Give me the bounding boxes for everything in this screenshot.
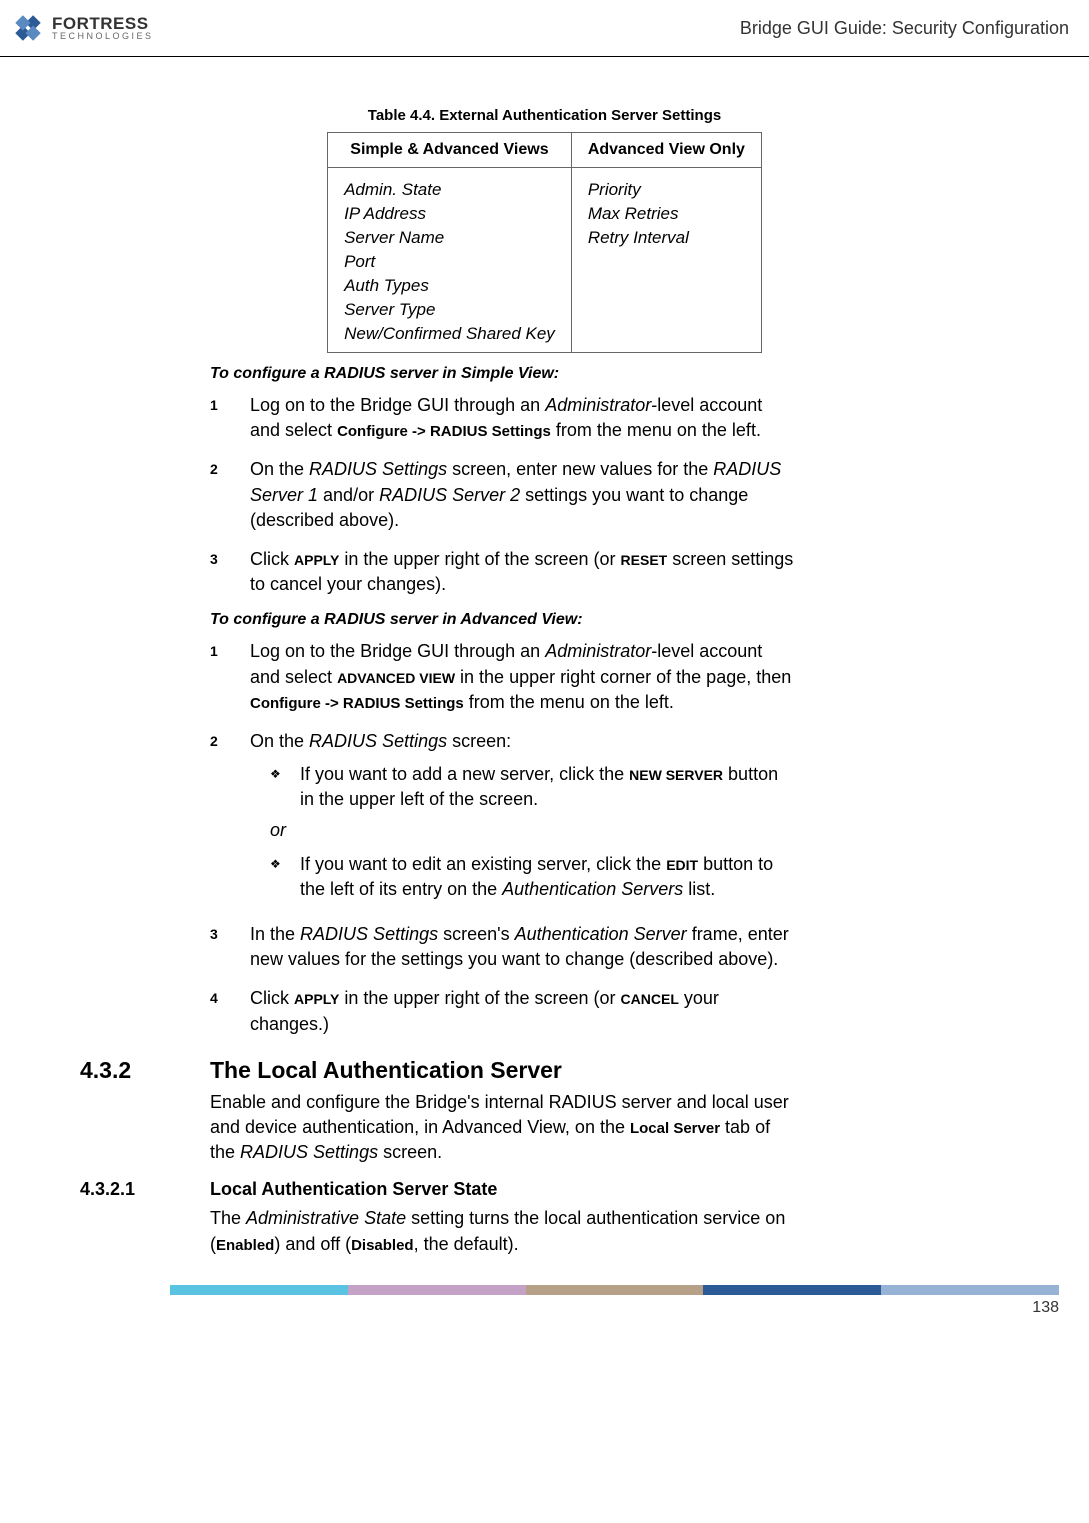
table-header-left: Simple & Advanced Views [328, 133, 572, 168]
table-cell: Max Retries [571, 202, 761, 226]
step-content: Log on to the Bridge GUI through an Admi… [250, 393, 795, 443]
table-cell [571, 298, 761, 322]
step-number: 2 [210, 729, 250, 908]
or-separator: or [270, 818, 795, 843]
header-title: Bridge GUI Guide: Security Configuration [740, 18, 1069, 39]
step-3-advanced: 3 In the RADIUS Settings screen's Authen… [210, 922, 795, 972]
table-cell: Admin. State [328, 168, 572, 203]
step-content: On the RADIUS Settings screen, enter new… [250, 457, 795, 533]
section-4321: 4.3.2.1 Local Authentication Server Stat… [80, 1179, 1049, 1256]
bullet-list: ❖ If you want to add a new server, click… [270, 762, 795, 812]
section-heading: The Local Authentication Server [210, 1057, 795, 1084]
bullet-marker-icon: ❖ [270, 762, 300, 812]
bullet-content: If you want to edit an existing server, … [300, 852, 795, 902]
bullet-content: If you want to add a new server, click t… [300, 762, 795, 812]
table-cell [571, 250, 761, 274]
table-caption: Table 4.4. External Authentication Serve… [40, 107, 1049, 124]
footer-color-bar [170, 1285, 1059, 1295]
step-content: Log on to the Bridge GUI through an Admi… [250, 639, 795, 715]
table-cell [571, 322, 761, 353]
step-content: Click APPLY in the upper right of the sc… [250, 986, 795, 1036]
table-cell: New/Confirmed Shared Key [328, 322, 572, 353]
page-number: 138 [170, 1299, 1059, 1317]
settings-table: Simple & Advanced Views Advanced View On… [327, 132, 762, 353]
bullet-item: ❖ If you want to add a new server, click… [270, 762, 795, 812]
section-content: The Local Authentication Server Enable a… [210, 1057, 795, 1166]
table-cell: Priority [571, 168, 761, 203]
page-footer: 138 [170, 1285, 1059, 1317]
logo-sub-text: TECHNOLOGIES [52, 32, 154, 41]
table-cell: IP Address [328, 202, 572, 226]
page-content: Table 4.4. External Authentication Serve… [0, 57, 1089, 1277]
table-cell [571, 274, 761, 298]
footer-bar-segment [348, 1285, 526, 1295]
step-number: 3 [210, 922, 250, 972]
procedure-heading-simple: To configure a RADIUS server in Simple V… [210, 365, 795, 383]
section-number: 4.3.2.1 [80, 1179, 210, 1256]
step-3-simple: 3 Click APPLY in the upper right of the … [210, 547, 795, 597]
section-number: 4.3.2 [80, 1057, 210, 1166]
footer-bar-segment [170, 1285, 348, 1295]
section-432: 4.3.2 The Local Authentication Server En… [80, 1057, 1049, 1166]
footer-bar-segment [526, 1285, 704, 1295]
step-number: 4 [210, 986, 250, 1036]
step-1-simple: 1 Log on to the Bridge GUI through an Ad… [210, 393, 795, 443]
table-cell: Port [328, 250, 572, 274]
table-header-right: Advanced View Only [571, 133, 761, 168]
bullet-list: ❖ If you want to edit an existing server… [270, 852, 795, 902]
step-content: On the RADIUS Settings screen: ❖ If you … [250, 729, 795, 908]
footer-bar-segment [703, 1285, 881, 1295]
step-content: Click APPLY in the upper right of the sc… [250, 547, 795, 597]
step-content: In the RADIUS Settings screen's Authenti… [250, 922, 795, 972]
body-content: To configure a RADIUS server in Simple V… [210, 365, 795, 1037]
table-cell: Server Name [328, 226, 572, 250]
step-number: 3 [210, 547, 250, 597]
step-1-advanced: 1 Log on to the Bridge GUI through an Ad… [210, 639, 795, 715]
logo-main-text: FORTRESS [52, 15, 154, 32]
table-cell: Retry Interval [571, 226, 761, 250]
table-cell: Server Type [328, 298, 572, 322]
fortress-logo-icon [10, 10, 46, 46]
step-number: 1 [210, 393, 250, 443]
step-number: 2 [210, 457, 250, 533]
procedure-heading-advanced: To configure a RADIUS server in Advanced… [210, 611, 795, 629]
step-4-advanced: 4 Click APPLY in the upper right of the … [210, 986, 795, 1036]
bullet-item: ❖ If you want to edit an existing server… [270, 852, 795, 902]
section-heading: Local Authentication Server State [210, 1179, 795, 1200]
page-header: FORTRESS TECHNOLOGIES Bridge GUI Guide: … [0, 0, 1089, 57]
footer-bar-segment [881, 1285, 1059, 1295]
section-paragraph: Enable and configure the Bridge's intern… [210, 1090, 795, 1166]
step-2-advanced: 2 On the RADIUS Settings screen: ❖ If yo… [210, 729, 795, 908]
step-2-simple: 2 On the RADIUS Settings screen, enter n… [210, 457, 795, 533]
step-number: 1 [210, 639, 250, 715]
table-cell: Auth Types [328, 274, 572, 298]
logo-container: FORTRESS TECHNOLOGIES [10, 10, 154, 46]
section-content: Local Authentication Server State The Ad… [210, 1179, 795, 1256]
logo-text: FORTRESS TECHNOLOGIES [52, 15, 154, 41]
bullet-marker-icon: ❖ [270, 852, 300, 902]
section-paragraph: The Administrative State setting turns t… [210, 1206, 795, 1256]
